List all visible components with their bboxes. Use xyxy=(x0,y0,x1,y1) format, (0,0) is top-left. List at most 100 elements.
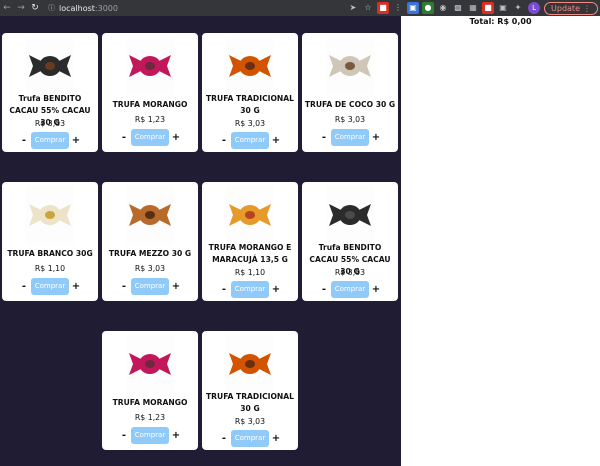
product-price: R$ 1,10 xyxy=(234,268,266,277)
increase-button[interactable]: + xyxy=(71,281,81,292)
increase-button[interactable]: + xyxy=(371,284,381,295)
buy-button[interactable]: Comprar xyxy=(331,128,369,146)
truffle-label xyxy=(145,211,155,219)
increase-button[interactable]: + xyxy=(171,430,181,441)
truffle-label xyxy=(345,62,355,70)
decrease-button[interactable]: - xyxy=(119,132,129,143)
product-name: TRUFA MEZZO 30 G xyxy=(108,249,192,258)
increase-button[interactable]: + xyxy=(171,132,181,143)
decrease-button[interactable]: - xyxy=(219,284,229,295)
extension-circle-icon[interactable]: ◉ xyxy=(437,2,449,14)
product-card: TRUFA MORANGO R$ 1,23 - Comprar + xyxy=(102,33,198,152)
buy-button[interactable]: Comprar xyxy=(31,277,69,295)
increase-button[interactable]: + xyxy=(271,284,281,295)
product-name: TRUFA MORANGO xyxy=(112,100,188,109)
forward-icon[interactable]: → xyxy=(14,1,28,15)
url-host: localhost xyxy=(59,3,95,13)
decrease-button[interactable]: - xyxy=(119,281,129,292)
truffle-label xyxy=(245,62,255,70)
product-image xyxy=(126,186,174,244)
buy-button[interactable]: Comprar xyxy=(231,131,269,149)
truffle-label xyxy=(345,211,355,219)
increase-button[interactable]: + xyxy=(171,281,181,292)
reload-icon[interactable]: ↻ xyxy=(28,1,42,15)
update-label: Update xyxy=(551,3,580,13)
increase-button[interactable]: + xyxy=(271,135,281,146)
extension-square-icon[interactable]: ▩ xyxy=(452,2,464,14)
product-image xyxy=(126,37,174,95)
quantity-controls: - Comprar + xyxy=(202,280,298,298)
product-image xyxy=(126,335,174,393)
buy-button[interactable]: Comprar xyxy=(231,429,269,447)
product-card: TRUFA MORANGO R$ 1,23 - Comprar + xyxy=(102,331,198,450)
quantity-controls: - Comprar + xyxy=(102,426,198,444)
extension-red-icon[interactable]: ■ xyxy=(377,2,390,14)
product-image xyxy=(326,186,374,244)
cart-sidebar: Total: R$ 0,00 xyxy=(401,16,600,466)
extension-badge-icon[interactable]: ■ xyxy=(482,2,495,14)
extension-grid-icon[interactable]: ▦ xyxy=(467,2,479,14)
buy-button[interactable]: Comprar xyxy=(131,426,169,444)
product-price: R$ 1,10 xyxy=(34,264,66,273)
profile-avatar[interactable]: L xyxy=(528,2,541,14)
increase-button[interactable]: + xyxy=(271,433,281,444)
decrease-button[interactable]: - xyxy=(319,132,329,143)
back-icon[interactable]: ← xyxy=(0,1,14,15)
product-name: TRUFA TRADICIONAL 30 G xyxy=(206,94,294,115)
decrease-button[interactable]: - xyxy=(119,430,129,441)
product-name: TRUFA TRADICIONAL 30 G xyxy=(206,392,294,413)
decrease-button[interactable]: - xyxy=(19,135,29,146)
quantity-controls: - Comprar + xyxy=(102,128,198,146)
product-card: TRUFA BRANCO 30G R$ 1,10 - Comprar + xyxy=(2,182,98,301)
buy-button[interactable]: Comprar xyxy=(231,280,269,298)
more-icon: ⋮ xyxy=(583,3,591,13)
product-card: Trufa BENDITO CACAU 55% CACAU 30 G R$ 3,… xyxy=(302,182,398,301)
product-price: R$ 3,03 xyxy=(234,119,266,128)
product-price: R$ 3,03 xyxy=(134,264,166,273)
decrease-button[interactable]: - xyxy=(319,284,329,295)
product-price: R$ 3,03 xyxy=(334,115,366,124)
quantity-controls: - Comprar + xyxy=(2,131,98,149)
buy-button[interactable]: Comprar xyxy=(331,280,369,298)
site-info-icon[interactable]: ⓘ xyxy=(48,3,55,13)
extension-blue-icon[interactable]: ▣ xyxy=(407,2,420,14)
buy-button[interactable]: Comprar xyxy=(131,128,169,146)
product-price: R$ 1,23 xyxy=(134,115,166,124)
product-card: TRUFA MORANGO E MARACUJÁ 13,5 G R$ 1,10 … xyxy=(202,182,298,301)
product-card: TRUFA DE COCO 30 G R$ 3,03 - Comprar + xyxy=(302,33,398,152)
browser-toolbar: ← → ↻ ⓘ localhost:3000 ➤ ☆ ■ ⋮ ▣ ● ◉ ▩ ▦… xyxy=(0,0,600,16)
extension-green-icon[interactable]: ● xyxy=(422,2,435,14)
product-image xyxy=(26,37,74,95)
quantity-controls: - Comprar + xyxy=(2,277,98,295)
quantity-controls: - Comprar + xyxy=(302,128,398,146)
product-image xyxy=(226,37,274,95)
product-image xyxy=(226,186,274,244)
product-card: TRUFA TRADICIONAL 30 G R$ 3,03 - Comprar… xyxy=(202,33,298,152)
truffle-label xyxy=(45,211,55,219)
product-image xyxy=(26,186,74,244)
truffle-label xyxy=(245,211,255,219)
product-card: Trufa BENDITO CACAU 55% CACAU 30 G R$ 3,… xyxy=(2,33,98,152)
quantity-controls: - Comprar + xyxy=(302,280,398,298)
quantity-controls: - Comprar + xyxy=(202,131,298,149)
extension-gray-icon[interactable]: ▣ xyxy=(497,2,509,14)
buy-button[interactable]: Comprar xyxy=(31,131,69,149)
decrease-button[interactable]: - xyxy=(19,281,29,292)
bookmark-star-icon[interactable]: ☆ xyxy=(362,2,374,14)
truffle-label xyxy=(145,360,155,368)
product-image xyxy=(226,335,274,393)
increase-button[interactable]: + xyxy=(371,132,381,143)
decrease-button[interactable]: - xyxy=(219,433,229,444)
extension-dots-icon[interactable]: ⋮ xyxy=(392,2,404,14)
buy-button[interactable]: Comprar xyxy=(131,277,169,295)
decrease-button[interactable]: - xyxy=(219,135,229,146)
quantity-controls: - Comprar + xyxy=(102,277,198,295)
url-port: :3000 xyxy=(94,3,118,13)
extensions-puzzle-icon[interactable]: ✦ xyxy=(512,2,524,14)
send-icon[interactable]: ➤ xyxy=(347,2,359,14)
truffle-label xyxy=(145,62,155,70)
product-price: R$ 3,03 xyxy=(34,119,66,128)
update-button[interactable]: Update ⋮ xyxy=(544,1,598,15)
address-bar[interactable]: ⓘ localhost:3000 xyxy=(48,2,388,14)
increase-button[interactable]: + xyxy=(71,135,81,146)
